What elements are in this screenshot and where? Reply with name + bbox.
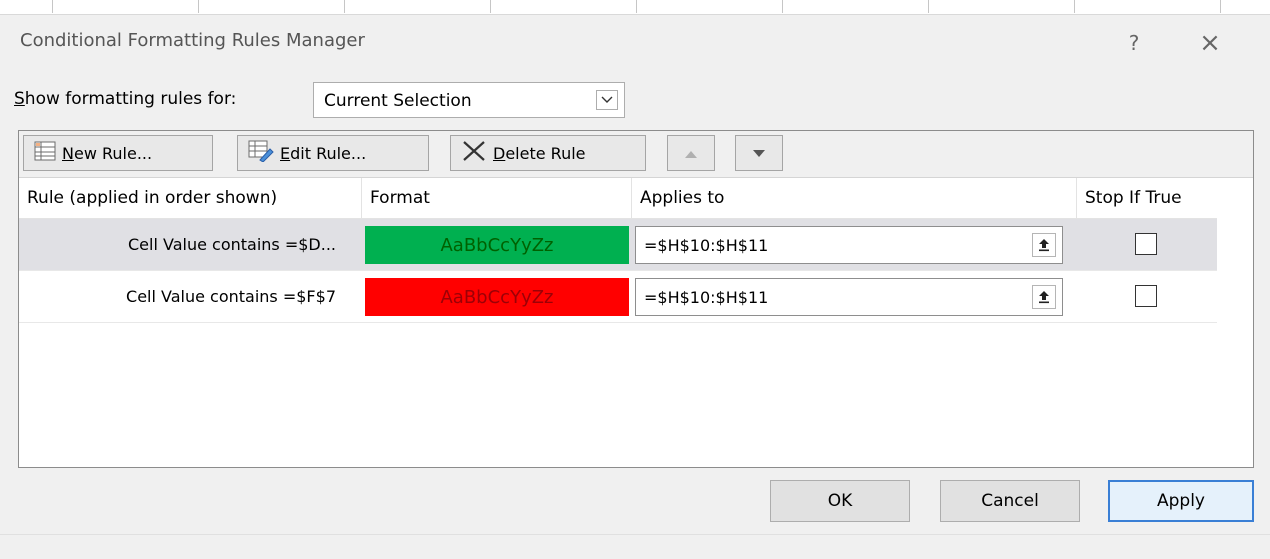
help-button[interactable]: ? [1116,26,1152,60]
rule-description: Cell Value contains =$D... [128,235,336,254]
delete-icon [461,140,487,166]
rules-table-header: Rule (applied in order shown) Format App… [19,178,1217,219]
bottom-divider [0,534,1270,535]
column-divider [928,0,929,13]
edit-rule-label-text: dit Rule... [290,143,367,163]
delete-rule-label: Delete Rule [493,144,586,163]
dialog-title: Conditional Formatting Rules Manager [20,30,365,51]
rules-toolbar: New Rule... Edit Rule... Delete Rule [19,131,1253,178]
edit-rule-mnemonic: E [280,143,291,163]
rule-row-1[interactable]: Cell Value contains =$D... AaBbCcYyZz =$… [19,219,1217,271]
edit-rule-icon [248,140,274,166]
new-rule-label: New Rule... [62,144,152,163]
applies-to-field[interactable]: =$H$10:$H$11 [635,278,1063,316]
rules-panel: New Rule... Edit Rule... Delete Rule Rul… [18,130,1254,468]
delete-rule-mnemonic: D [493,143,506,163]
stop-if-true-checkbox[interactable] [1135,233,1157,255]
triangle-down-icon [752,144,766,163]
show-rules-selected-value: Current Selection [324,91,472,111]
show-rules-label-text: how formatting rules for: [24,89,237,109]
edit-rule-label: Edit Rule... [280,144,366,163]
column-header-format[interactable]: Format [362,178,632,218]
format-preview: AaBbCcYyZz [365,226,629,264]
spreadsheet-column-strip [0,0,1270,15]
new-rule-button[interactable]: New Rule... [23,135,213,171]
column-divider [52,0,53,13]
ok-button[interactable]: OK [770,480,910,522]
cancel-button[interactable]: Cancel [940,480,1080,522]
chevron-down-icon[interactable] [596,90,618,110]
delete-rule-label-text: elete Rule [505,143,586,163]
column-divider [1220,0,1221,13]
edit-rule-button[interactable]: Edit Rule... [237,135,429,171]
show-rules-label: Show formatting rules for: [14,89,236,109]
column-header-applies-to[interactable]: Applies to [632,178,1077,218]
collapse-dialog-icon[interactable] [1032,285,1056,309]
dialog-titlebar: Conditional Formatting Rules Manager ? × [0,14,1270,74]
triangle-up-icon [684,144,698,163]
move-down-button[interactable] [735,135,783,171]
new-rule-icon [34,141,56,165]
stop-if-true-checkbox[interactable] [1135,285,1157,307]
column-divider [1074,0,1075,13]
collapse-dialog-icon[interactable] [1032,233,1056,257]
apply-button[interactable]: Apply [1108,480,1254,522]
applies-to-field[interactable]: =$H$10:$H$11 [635,226,1063,264]
column-divider [636,0,637,13]
new-rule-label-text: ew Rule... [73,143,153,163]
column-header-stop-if-true[interactable]: Stop If True [1077,178,1217,218]
move-up-button[interactable] [667,135,715,171]
column-divider [344,0,345,13]
applies-to-value: =$H$10:$H$11 [644,236,769,255]
show-rules-mnemonic: S [14,89,25,109]
column-divider [782,0,783,13]
new-rule-mnemonic: N [62,143,74,163]
delete-rule-button[interactable]: Delete Rule [450,135,646,171]
rule-description: Cell Value contains =$F$7 [126,287,336,306]
rule-row-2[interactable]: Cell Value contains =$F$7 AaBbCcYyZz =$H… [19,271,1217,323]
close-button[interactable]: × [1190,24,1230,62]
applies-to-value: =$H$10:$H$11 [644,288,769,307]
show-rules-dropdown[interactable]: Current Selection [313,82,625,118]
column-divider [198,0,199,13]
format-preview: AaBbCcYyZz [365,278,629,316]
column-header-rule[interactable]: Rule (applied in order shown) [19,178,362,218]
column-divider [490,0,491,13]
